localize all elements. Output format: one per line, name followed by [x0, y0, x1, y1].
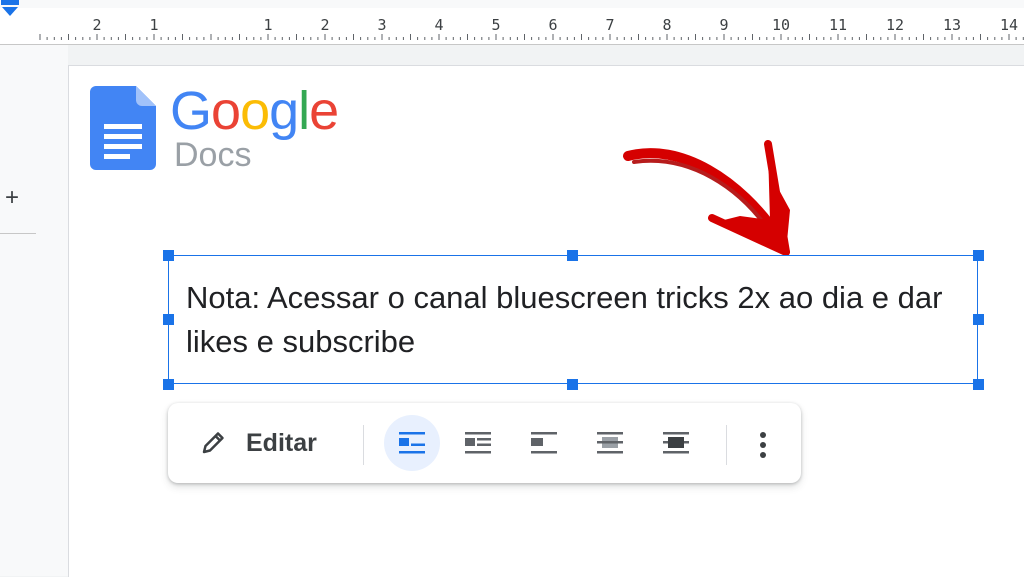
resize-handle-bottom-left[interactable] [163, 379, 174, 390]
ruler-label: 13 [942, 16, 962, 34]
horizontal-ruler[interactable]: 2 1 1 2 3 4 5 6 7 8 9 10 11 12 13 14 [0, 0, 1024, 45]
resize-handle-left[interactable] [163, 314, 174, 325]
ruler-label: 11 [828, 16, 848, 34]
edit-button-label: Editar [246, 428, 317, 457]
resize-handle-bottom-right[interactable] [973, 379, 984, 390]
break-text-button[interactable] [516, 415, 572, 471]
image-options-toolbar: Editar [168, 403, 801, 483]
wrap-inline-button[interactable] [384, 415, 440, 471]
logo-letter: G [170, 81, 212, 141]
google-docs-icon [90, 86, 156, 170]
ruler-label: 1 [149, 16, 159, 34]
wrap-text-icon [465, 432, 491, 454]
break-text-icon [531, 432, 557, 454]
edit-button[interactable]: Editar [198, 423, 317, 463]
logo-letter: e [309, 81, 339, 141]
in-front-of-text-button[interactable] [648, 415, 704, 471]
logo-letter: l [298, 81, 310, 141]
ruler-label: 8 [662, 16, 672, 34]
add-tab-button[interactable]: + [0, 183, 24, 213]
resize-handle-bottom[interactable] [567, 379, 578, 390]
ruler-label: 1 [263, 16, 273, 34]
red-arrow-icon [623, 140, 790, 256]
docs-logo-text: Docs [174, 136, 252, 174]
ruler-label: 10 [771, 16, 791, 34]
logo-letter: o [211, 81, 241, 141]
left-divider [0, 233, 36, 234]
ruler-label: 7 [605, 16, 615, 34]
more-vert-icon [760, 432, 766, 458]
toolbar-divider [726, 425, 727, 465]
ruler-label: 14 [999, 16, 1019, 34]
pencil-icon [202, 432, 224, 454]
ruler-label: 3 [377, 16, 387, 34]
ruler-label: 5 [491, 16, 501, 34]
ruler-label: 2 [320, 16, 330, 34]
resize-handle-right[interactable] [973, 314, 984, 325]
resize-handle-top-right[interactable] [973, 250, 984, 261]
note-text: Nota: Acessar o canal bluescreen tricks … [186, 280, 943, 359]
behind-text-button[interactable] [582, 415, 638, 471]
ruler-label: 12 [885, 16, 905, 34]
ruler-label: 4 [434, 16, 444, 34]
left-panel: + [0, 45, 68, 576]
resize-handle-top[interactable] [567, 250, 578, 261]
in-line-icon [399, 432, 425, 454]
resize-handle-top-left[interactable] [163, 250, 174, 261]
ruler-label: 9 [719, 16, 729, 34]
ruler-label: 6 [548, 16, 558, 34]
wrap-text-button[interactable] [450, 415, 506, 471]
ruler-label: 2 [92, 16, 102, 34]
behind-text-icon [597, 432, 623, 454]
logo-letter: g [269, 81, 299, 141]
logo-letter: o [240, 81, 270, 141]
toolbar-divider [363, 425, 364, 465]
more-options-button[interactable] [748, 425, 778, 465]
in-front-of-text-icon [663, 432, 689, 454]
google-logo-text: Google [170, 80, 339, 142]
indent-marker-icon[interactable] [0, 0, 20, 18]
